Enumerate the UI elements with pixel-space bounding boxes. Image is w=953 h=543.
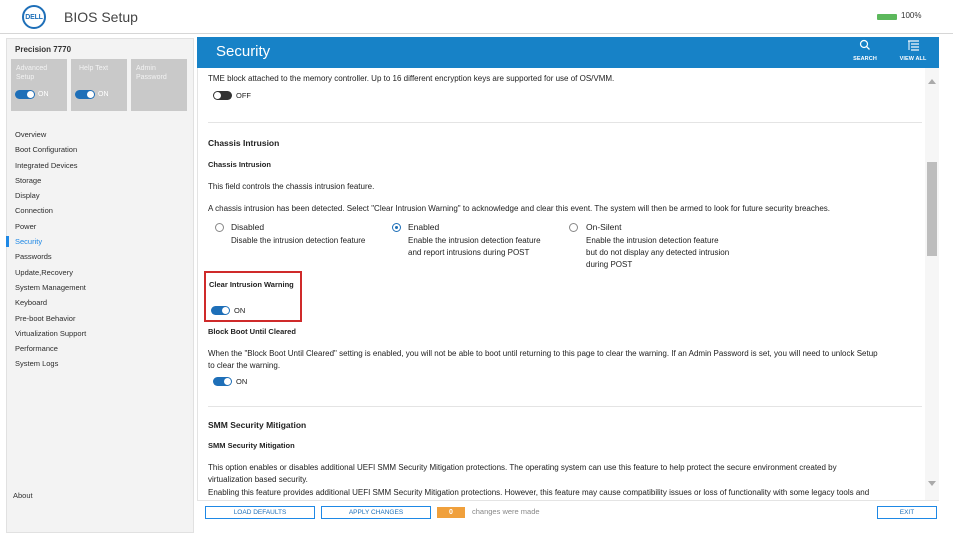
- view-all-icon: [895, 39, 931, 54]
- tme-toggle-text: OFF: [236, 91, 251, 100]
- chassis-intrusion-section-title: Chassis Intrusion: [208, 138, 280, 148]
- admin-password-label: Admin Password: [136, 65, 167, 81]
- system-model: Precision 7770: [15, 45, 72, 54]
- sidebar-item-power[interactable]: Power: [7, 219, 195, 234]
- smm-description-3: Enabling this feature provides additiona…: [208, 488, 870, 497]
- advanced-setup-toggle[interactable]: [15, 90, 35, 99]
- search-button[interactable]: SEARCH: [847, 37, 883, 68]
- radio-disabled[interactable]: [215, 223, 224, 232]
- radio-enabled-desc-2: and report intrusions during POST: [408, 248, 530, 257]
- settings-content: TME block attached to the memory control…: [197, 68, 925, 500]
- chassis-intrusion-description: This field controls the chassis intrusio…: [208, 182, 375, 191]
- admin-password-panel[interactable]: Admin Password: [131, 59, 187, 111]
- block-boot-description-2: to clear the warning.: [208, 361, 281, 370]
- sidebar-item-storage[interactable]: Storage: [7, 173, 195, 188]
- sidebar-item-integrated-devices[interactable]: Integrated Devices: [7, 158, 195, 173]
- radio-enabled[interactable]: [392, 223, 401, 232]
- clear-intrusion-warning-title: Clear Intrusion Warning: [209, 280, 294, 289]
- radio-disabled-label[interactable]: Disabled: [231, 222, 264, 232]
- sidebar-item-connection[interactable]: Connection: [7, 203, 195, 218]
- smm-subtitle: SMM Security Mitigation: [208, 441, 295, 450]
- scrollbar-thumb[interactable]: [927, 162, 937, 256]
- advanced-setup-panel[interactable]: Advanced Setup ON: [11, 59, 67, 111]
- smm-section-title: SMM Security Mitigation: [208, 420, 307, 430]
- search-icon: [847, 39, 883, 54]
- dell-logo: DELL: [22, 5, 46, 29]
- advanced-setup-label: Advanced Setup: [16, 65, 48, 81]
- battery-percentage: 100%: [901, 11, 922, 20]
- sidebar-item-boot-configuration[interactable]: Boot Configuration: [7, 142, 195, 157]
- battery-icon: [877, 14, 897, 20]
- page-header: Security SEARCH VIEW ALL: [197, 37, 939, 68]
- exit-button[interactable]: EXIT: [877, 506, 937, 519]
- load-defaults-button[interactable]: LOAD DEFAULTS: [205, 506, 315, 519]
- apply-changes-button[interactable]: APPLY CHANGES: [321, 506, 431, 519]
- chassis-intrusion-subtitle: Chassis Intrusion: [208, 160, 271, 169]
- sidebar-item-pre-boot-behavior[interactable]: Pre-boot Behavior: [7, 311, 195, 326]
- sidebar-item-about[interactable]: About: [13, 491, 33, 500]
- clear-intrusion-toggle-text: ON: [234, 306, 246, 315]
- block-boot-title: Block Boot Until Cleared: [208, 327, 296, 336]
- changes-status-text: changes were made: [472, 507, 540, 516]
- sidebar-item-security[interactable]: Security: [6, 234, 195, 249]
- radio-on-silent-desc-1: Enable the intrusion detection feature: [586, 236, 719, 245]
- radio-enabled-label[interactable]: Enabled: [408, 222, 439, 232]
- top-bar: DELL BIOS Setup 100%: [0, 0, 953, 34]
- block-boot-toggle-text: ON: [236, 377, 248, 386]
- sidebar-item-virtualization-support[interactable]: Virtualization Support: [7, 326, 195, 341]
- block-boot-description-1: When the "Block Boot Until Cleared" sett…: [208, 349, 878, 358]
- view-all-button[interactable]: VIEW ALL: [895, 37, 931, 68]
- help-text-toggle[interactable]: [75, 90, 95, 99]
- tme-toggle[interactable]: [213, 91, 232, 100]
- sidebar-item-passwords[interactable]: Passwords: [7, 249, 195, 264]
- sidebar-item-update-recovery[interactable]: Update,Recovery: [7, 265, 195, 280]
- section-divider: [208, 122, 922, 123]
- app-title: BIOS Setup: [64, 9, 138, 25]
- radio-on-silent[interactable]: [569, 223, 578, 232]
- smm-description-1: This option enables or disables addition…: [208, 463, 837, 472]
- block-boot-toggle[interactable]: [213, 377, 232, 386]
- changes-count-badge: 0: [437, 507, 465, 518]
- smm-description-2: virtualization based security.: [208, 475, 308, 484]
- view-all-label: VIEW ALL: [899, 56, 927, 62]
- radio-on-silent-label[interactable]: On-Silent: [586, 222, 621, 232]
- tme-description: TME block attached to the memory control…: [208, 74, 615, 83]
- section-divider: [208, 406, 922, 407]
- advanced-setup-toggle-text: ON: [38, 91, 49, 98]
- search-label: SEARCH: [853, 56, 877, 62]
- footer-bar: LOAD DEFAULTS APPLY CHANGES 0 changes we…: [197, 500, 939, 524]
- sidebar-item-keyboard[interactable]: Keyboard: [7, 295, 195, 310]
- sidebar: Precision 7770 Advanced Setup ON Help Te…: [6, 38, 194, 533]
- chassis-intrusion-warning: A chassis intrusion has been detected. S…: [208, 204, 831, 213]
- sidebar-nav: Overview Boot Configuration Integrated D…: [6, 127, 195, 372]
- radio-on-silent-desc-2: but do not display any detected intrusio…: [586, 248, 730, 257]
- clear-intrusion-toggle[interactable]: [211, 306, 230, 315]
- help-text-toggle-text: ON: [98, 91, 109, 98]
- radio-enabled-desc-1: Enable the intrusion detection feature: [408, 236, 541, 245]
- radio-on-silent-desc-3: during POST: [586, 260, 633, 269]
- sidebar-item-performance[interactable]: Performance: [7, 341, 195, 356]
- content-scrollbar[interactable]: [925, 68, 939, 500]
- help-text-label: Help Text: [79, 65, 109, 72]
- sidebar-item-overview[interactable]: Overview: [7, 127, 195, 142]
- scroll-down-arrow-icon[interactable]: [928, 481, 936, 486]
- sidebar-item-system-logs[interactable]: System Logs: [7, 356, 195, 371]
- radio-disabled-desc: Disable the intrusion detection feature: [231, 236, 366, 245]
- page-title: Security: [216, 43, 271, 60]
- scroll-up-arrow-icon[interactable]: [928, 79, 936, 84]
- sidebar-item-display[interactable]: Display: [7, 188, 195, 203]
- help-text-panel[interactable]: Help Text ON: [71, 59, 127, 111]
- sidebar-item-system-management[interactable]: System Management: [7, 280, 195, 295]
